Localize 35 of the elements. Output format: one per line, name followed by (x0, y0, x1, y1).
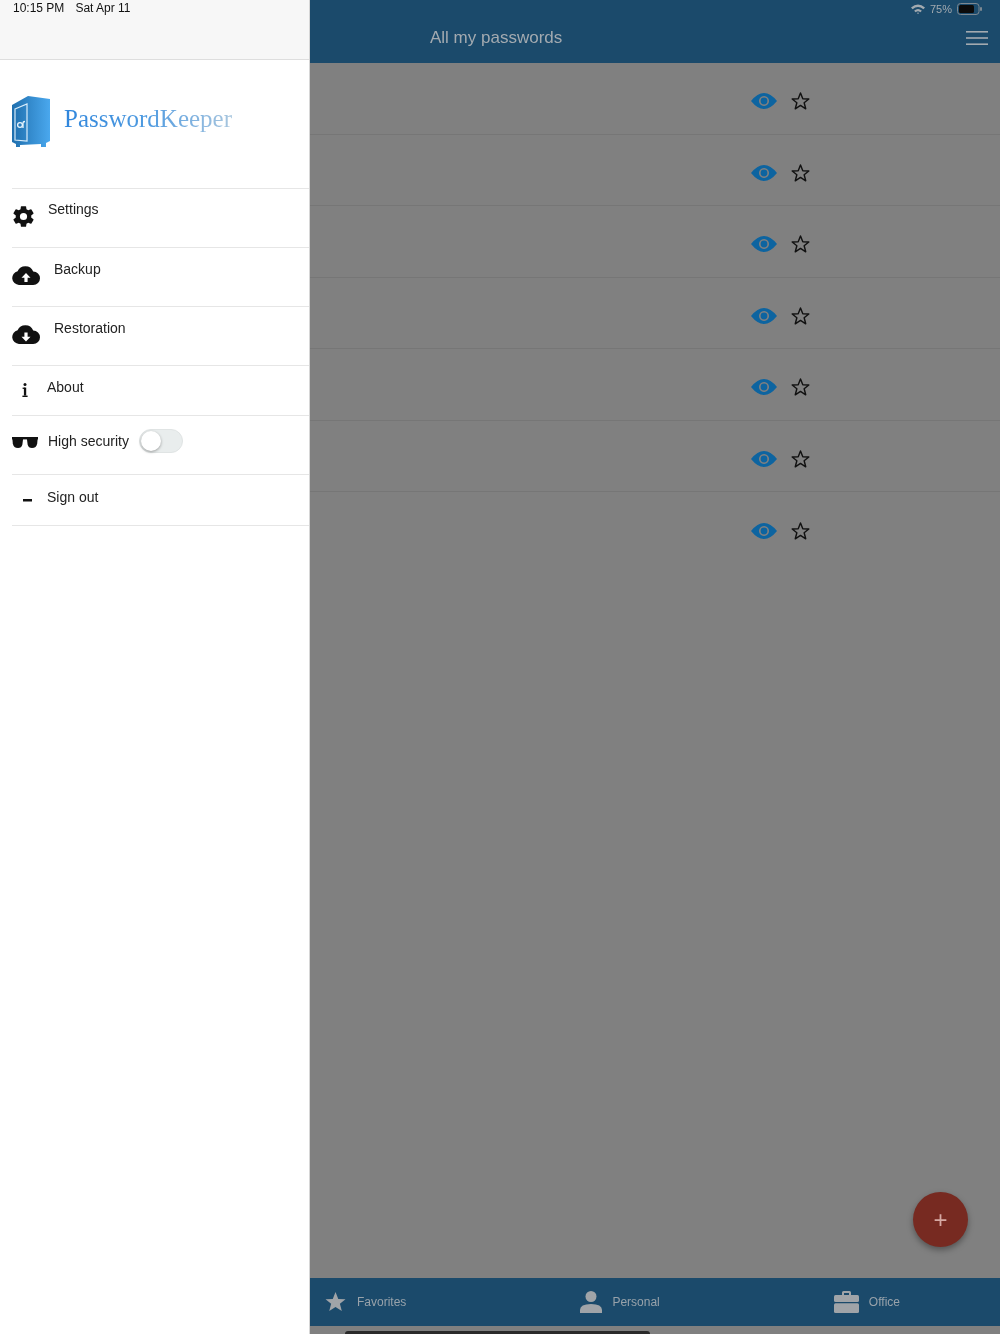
menu-item[interactable]: Sign out (12, 475, 309, 526)
cloud-upload-icon (12, 265, 40, 285)
sunglasses-icon (12, 437, 38, 448)
header-title: All my passwords (430, 27, 564, 49)
cloud-download-icon (12, 324, 40, 344)
star-icon[interactable] (791, 92, 810, 111)
star-icon[interactable] (791, 521, 810, 540)
gear-icon (12, 205, 35, 228)
star-icon (325, 1292, 347, 1312)
star-icon[interactable] (791, 306, 810, 325)
menu-item[interactable]: Restoration (12, 307, 309, 366)
minus-icon (23, 499, 32, 502)
vault-logo-icon (10, 95, 52, 147)
battery-icon (957, 2, 982, 15)
person-icon (580, 1291, 603, 1313)
bottom-tab[interactable]: Favorites (325, 1292, 407, 1312)
battery-percentage: 75% (929, 1, 952, 16)
menu-item[interactable]: Backup (12, 248, 309, 307)
menu-label: High security (48, 432, 129, 451)
status-time: 10:15 PM (13, 0, 65, 16)
bottom-tab[interactable]: Office (833, 1291, 900, 1313)
star-icon[interactable] (791, 235, 810, 254)
menu-icon[interactable] (966, 31, 988, 45)
info-icon (22, 383, 28, 397)
add-button[interactable]: + (913, 1192, 968, 1247)
menu-item[interactable]: About (12, 366, 309, 416)
star-icon[interactable] (791, 449, 810, 468)
status-date: Sat Apr 11 (75, 0, 131, 16)
briefcase-icon (833, 1291, 859, 1313)
toggle-switch[interactable] (138, 429, 183, 453)
wifi-icon (910, 3, 925, 14)
star-icon[interactable] (791, 163, 810, 182)
menu-item[interactable]: Settings (12, 189, 309, 248)
bottom-tab[interactable]: Personal (580, 1291, 660, 1313)
star-icon[interactable] (791, 378, 810, 397)
